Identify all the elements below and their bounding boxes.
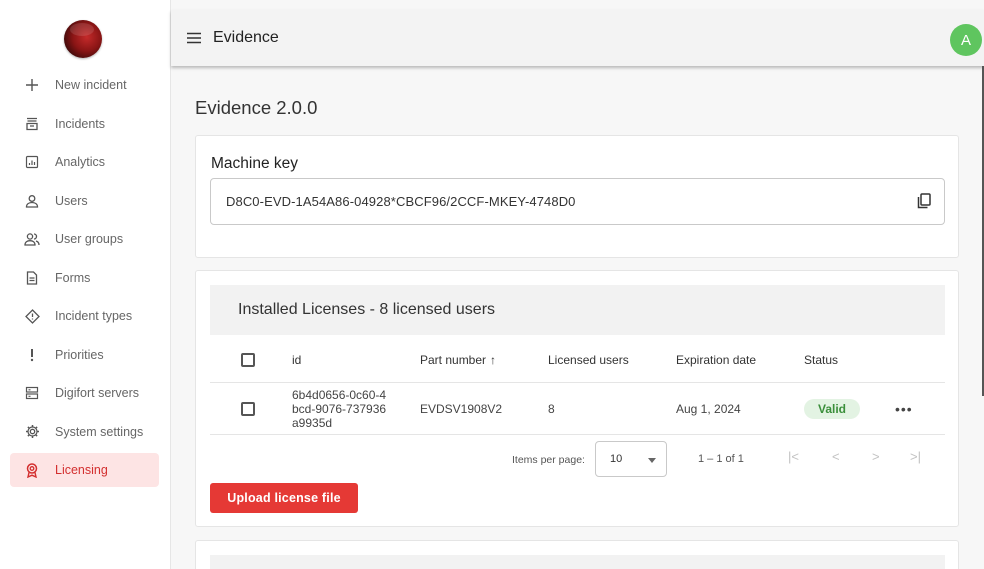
copy-icon[interactable] (914, 191, 934, 211)
licenses-header: Installed Licenses - 8 licensed users (210, 285, 945, 335)
user-icon (24, 193, 40, 209)
next-card-header (210, 555, 945, 569)
column-header-expiration-date[interactable]: Expiration date (676, 353, 756, 367)
diamond-alert-icon (24, 308, 40, 324)
plus-icon (24, 77, 40, 93)
gear-icon (24, 424, 40, 440)
form-icon (24, 270, 40, 286)
page-title: Evidence 2.0.0 (195, 97, 318, 118)
dropdown-arrow-icon (648, 458, 656, 463)
sidebar-item-priorities[interactable]: Priorities (0, 336, 171, 375)
sidebar-item-label: User groups (55, 232, 124, 247)
license-part-number: EVDSV1908V2 (420, 401, 503, 416)
sidebar-item-user-groups[interactable]: User groups (0, 220, 171, 259)
sidebar-item-label: Digifort servers (55, 386, 140, 401)
first-page-button[interactable]: |< (788, 449, 799, 464)
previous-page-button[interactable]: < (832, 449, 840, 464)
sidebar-nav: New incident Incidents Analytics Users U… (0, 66, 171, 487)
column-header-part-number-label: Part number (420, 352, 487, 367)
table-row: 6b4d0656-0c60-4bcd-9076-737936a9935d EVD… (210, 383, 945, 435)
table-header-row: id Part number ↑ Licensed users Expiratio… (210, 337, 945, 383)
app-title: Evidence (213, 29, 279, 46)
sidebar-item-new-incident[interactable]: New incident (0, 66, 171, 105)
sidebar-item-analytics[interactable]: Analytics (0, 143, 171, 182)
user-groups-icon (24, 231, 40, 247)
sidebar-item-label: New incident (55, 78, 127, 93)
licenses-card: Installed Licenses - 8 licensed users id… (195, 270, 959, 527)
license-id: 6b4d0656-0c60-4bcd-9076-737936a9935d (292, 387, 387, 430)
next-page-button[interactable]: > (872, 449, 880, 464)
paginator: Items per page: 10 1 – 1 of 1 |< < > >| (210, 439, 945, 477)
sidebar-item-label: Users (55, 193, 88, 208)
server-icon (24, 385, 40, 401)
sidebar-item-licensing[interactable]: Licensing (10, 453, 159, 487)
upload-license-button[interactable]: Upload license file (210, 483, 358, 513)
machine-key-value: D8C0-EVD-1A54A86-04928*CBCF96/2CCF-MKEY-… (226, 194, 576, 209)
column-header-status[interactable]: Status (804, 353, 838, 367)
page-size-select[interactable]: 10 (595, 441, 667, 477)
avatar[interactable]: A (950, 24, 982, 56)
column-header-id[interactable]: id (292, 353, 301, 367)
license-expiration: Aug 1, 2024 (676, 401, 741, 416)
row-checkbox[interactable] (241, 401, 255, 416)
machine-key-card: Machine key D8C0-EVD-1A54A86-04928*CBCF9… (195, 135, 959, 258)
sidebar-item-label: System settings (55, 424, 144, 439)
next-card (195, 540, 959, 569)
more-actions-icon[interactable]: ••• (895, 401, 913, 417)
sidebar-item-incident-types[interactable]: Incident types (0, 297, 171, 336)
top-app-bar: Evidence A (171, 10, 984, 66)
sidebar-item-system-settings[interactable]: System settings (0, 413, 171, 452)
sidebar-item-users[interactable]: Users (0, 182, 171, 221)
machine-key-field[interactable]: D8C0-EVD-1A54A86-04928*CBCF96/2CCF-MKEY-… (210, 178, 945, 225)
sidebar-item-label: Forms (55, 270, 91, 285)
last-page-button[interactable]: >| (910, 449, 921, 464)
page-range: 1 – 1 of 1 (698, 453, 744, 465)
status-badge: Valid (804, 398, 861, 419)
sidebar-item-forms[interactable]: Forms (0, 259, 171, 298)
select-all-checkbox[interactable] (241, 352, 255, 367)
license-users: 8 (548, 401, 555, 416)
inbox-icon (24, 116, 40, 132)
sort-arrow-up-icon: ↑ (490, 352, 497, 367)
sidebar-item-incidents[interactable]: Incidents (0, 105, 171, 144)
analytics-icon (24, 154, 40, 170)
sidebar: New incident Incidents Analytics Users U… (0, 0, 171, 569)
page-size-value: 10 (610, 453, 623, 465)
column-header-part-number[interactable]: Part number ↑ (420, 353, 496, 367)
column-header-licensed-users[interactable]: Licensed users (548, 353, 629, 367)
menu-icon[interactable] (185, 29, 203, 47)
sidebar-item-label: Incident types (55, 309, 133, 324)
sidebar-item-label: Licensing (55, 463, 108, 477)
licenses-table: id Part number ↑ Licensed users Expiratio… (210, 337, 945, 435)
items-per-page-label: Items per page: (512, 454, 585, 466)
exclamation-icon (24, 347, 40, 363)
sidebar-item-label: Incidents (55, 116, 106, 131)
app-logo (64, 20, 102, 58)
sidebar-item-digifort-servers[interactable]: Digifort servers (0, 374, 171, 413)
sidebar-item-label: Analytics (55, 155, 106, 170)
badge-icon (24, 462, 40, 478)
machine-key-label: Machine key (211, 155, 299, 172)
sidebar-item-label: Priorities (55, 347, 104, 362)
